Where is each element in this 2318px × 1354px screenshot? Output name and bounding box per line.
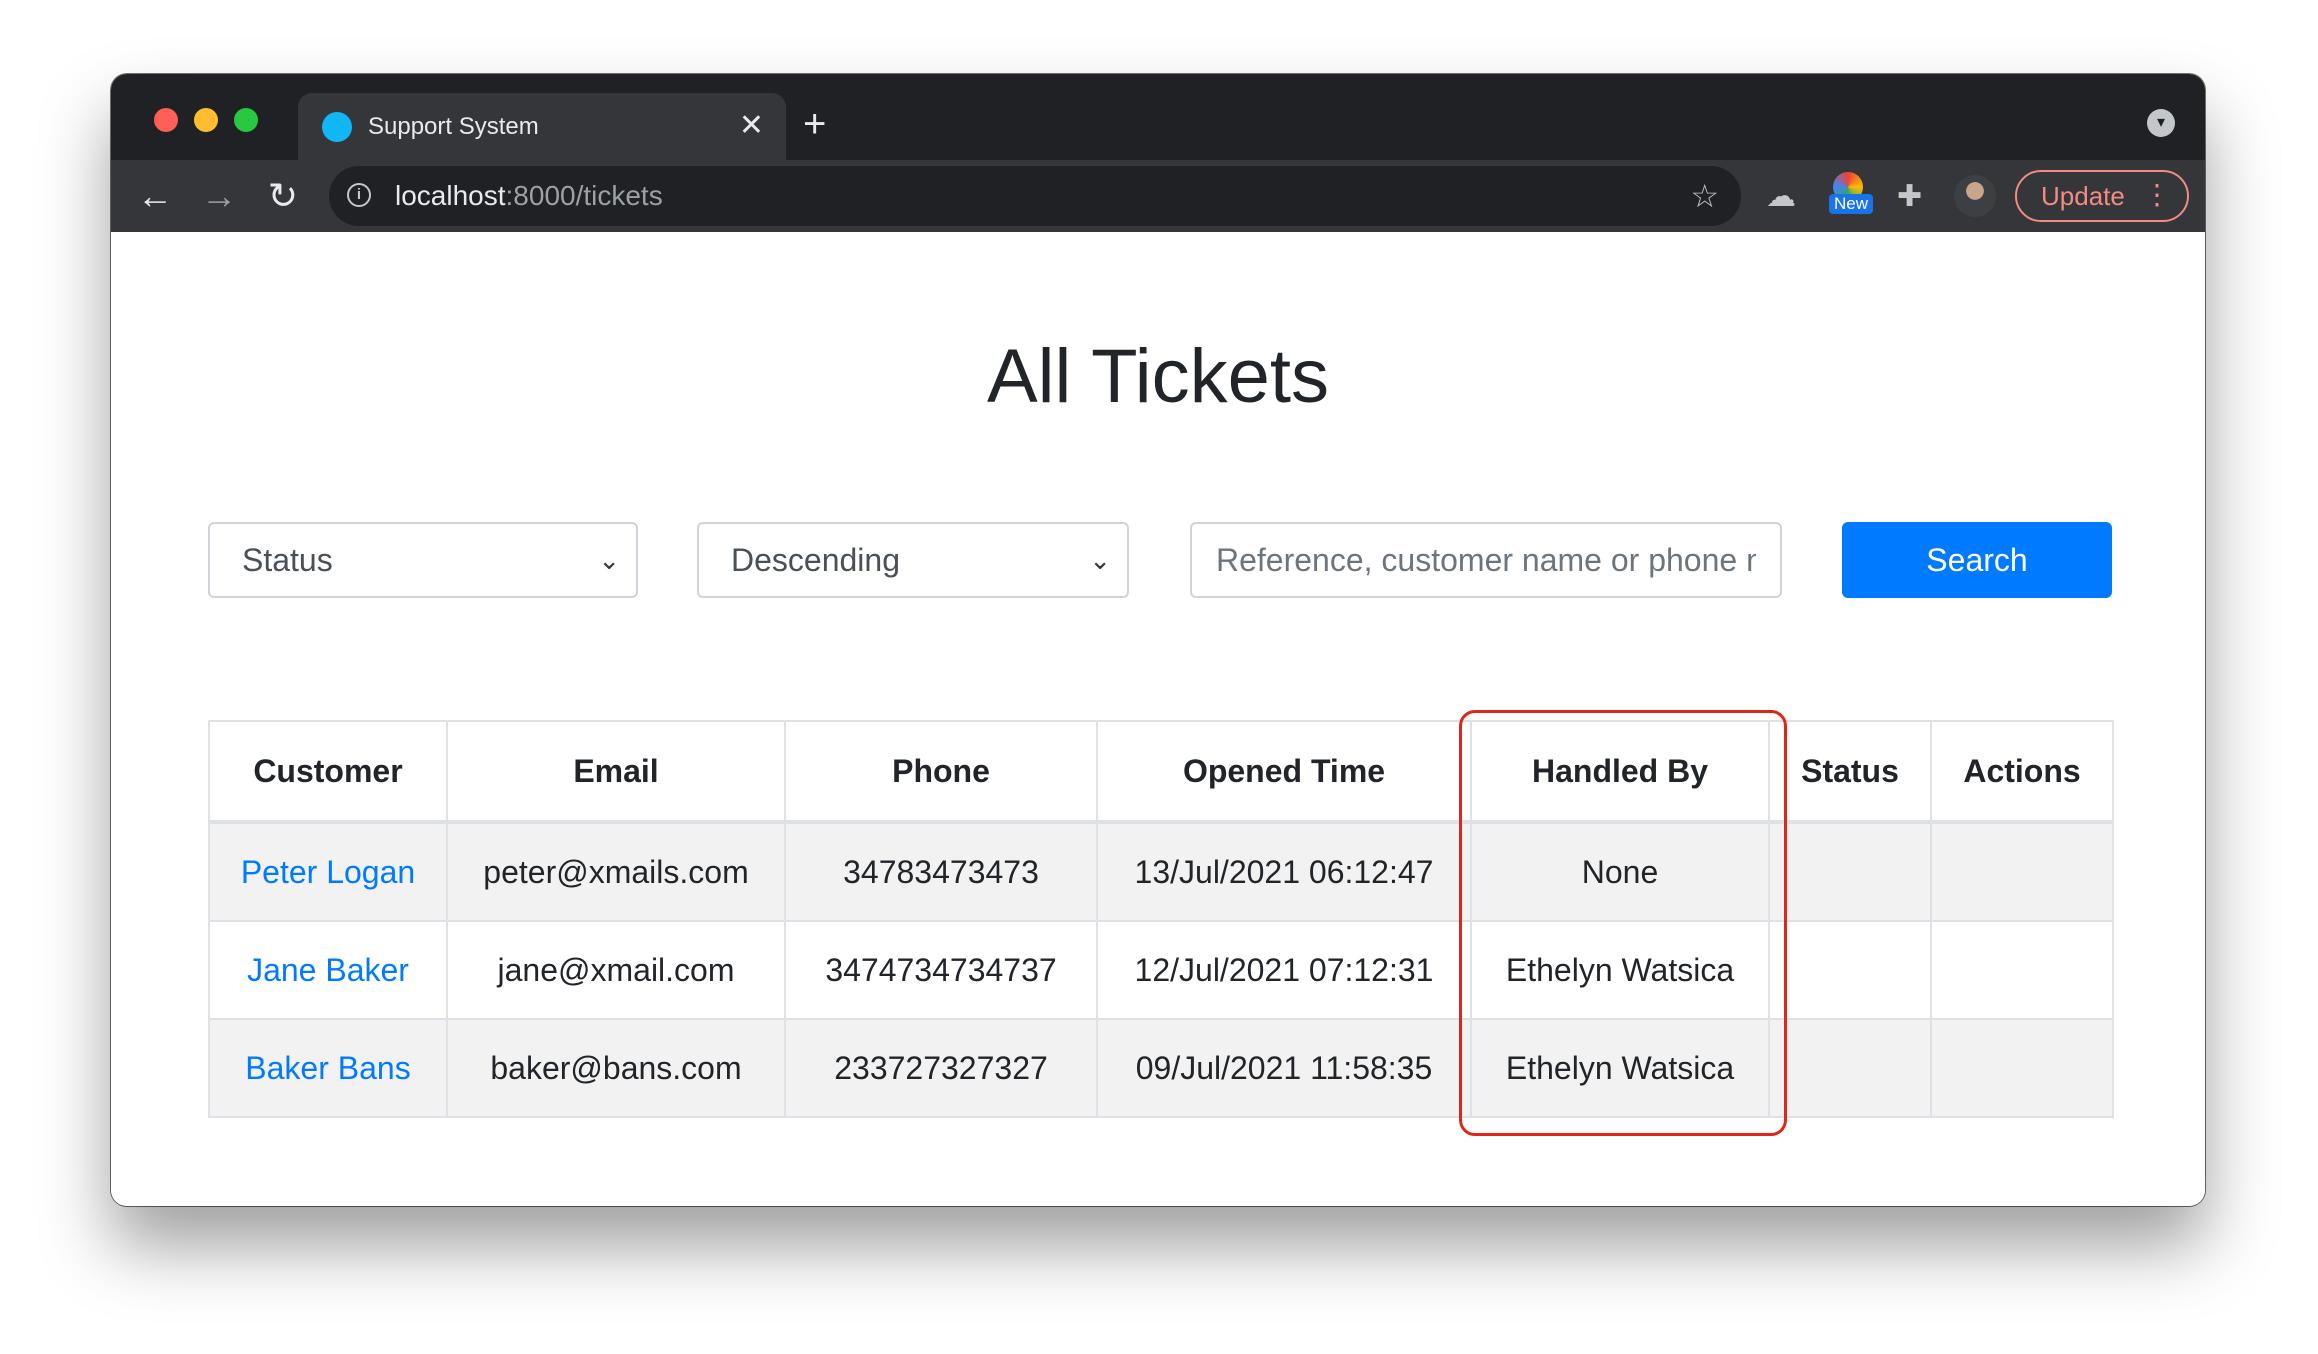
table-row: Jane Baker jane@xmail.com 3474734734737 … xyxy=(208,920,2114,1020)
page-title: All Tickets xyxy=(986,334,1330,419)
address-bar[interactable]: i localhost:8000/tickets ☆ xyxy=(329,166,1741,226)
new-tab-button[interactable]: + xyxy=(803,104,826,144)
tab-close-icon[interactable]: ✕ xyxy=(739,111,764,141)
status-select[interactable]: Status ⌄ xyxy=(208,522,638,598)
reload-icon[interactable]: ↻ xyxy=(261,174,305,218)
tab-support-system[interactable]: Support System ✕ xyxy=(298,93,786,160)
tab-search-chevron-icon[interactable]: ▾ xyxy=(2147,109,2175,137)
header-actions[interactable]: Actions xyxy=(1930,720,2114,824)
handled-by-cell: None xyxy=(1470,821,1770,922)
header-phone[interactable]: Phone xyxy=(784,720,1098,824)
maximize-window-button[interactable] xyxy=(234,108,258,132)
header-handled-by[interactable]: Handled By xyxy=(1470,720,1770,824)
phone-cell: 233727327327 xyxy=(784,1018,1098,1118)
url-path: :8000/tickets xyxy=(505,180,663,211)
minimize-window-button[interactable] xyxy=(194,108,218,132)
opened-time-cell: 09/Jul/2021 11:58:35 xyxy=(1096,1018,1472,1118)
header-email[interactable]: Email xyxy=(446,720,786,824)
customer-link[interactable]: Peter Logan xyxy=(241,854,415,890)
email-cell: baker@bans.com xyxy=(446,1018,786,1118)
close-window-button[interactable] xyxy=(154,108,178,132)
email-cell: peter@xmails.com xyxy=(446,821,786,922)
header-opened-time[interactable]: Opened Time xyxy=(1096,720,1472,824)
cloud-extension-icon[interactable]: ☁ xyxy=(1766,182,1796,212)
tab-title: Support System xyxy=(368,113,539,140)
browser-toolbar: ← → ↻ i localhost:8000/tickets ☆ ☁ New ✚… xyxy=(111,160,2205,232)
tickets-table: Customer Email Phone Opened Time Handled… xyxy=(208,720,2114,1118)
customer-link[interactable]: Jane Baker xyxy=(247,952,409,988)
handled-by-cell: Ethelyn Watsica xyxy=(1470,920,1770,1020)
opened-time-cell: 13/Jul/2021 06:12:47 xyxy=(1096,821,1472,922)
order-select[interactable]: Descending ⌄ xyxy=(697,522,1129,598)
opened-time-cell: 12/Jul/2021 07:12:31 xyxy=(1096,920,1472,1020)
new-badge: New xyxy=(1829,194,1873,214)
page-content: All Tickets Status ⌄ Descending ⌄ Search… xyxy=(111,232,2205,1206)
back-arrow-icon[interactable]: ← xyxy=(133,174,177,218)
status-cell xyxy=(1768,821,1932,922)
chevron-down-icon: ⌄ xyxy=(1089,545,1111,575)
status-select-value: Status xyxy=(242,542,333,578)
forward-arrow-icon[interactable]: → xyxy=(197,174,241,218)
search-button[interactable]: Search xyxy=(1842,522,2112,598)
customer-link[interactable]: Baker Bans xyxy=(245,1050,410,1086)
actions-cell xyxy=(1930,821,2114,922)
status-cell xyxy=(1768,920,1932,1020)
more-vert-icon[interactable]: ⋮ xyxy=(2143,172,2171,218)
customer-cell: Baker Bans xyxy=(208,1018,448,1118)
header-customer[interactable]: Customer xyxy=(208,720,448,824)
actions-cell xyxy=(1930,920,2114,1020)
phone-cell: 3474734734737 xyxy=(784,920,1098,1020)
header-status[interactable]: Status xyxy=(1768,720,1932,824)
puzzle-icon[interactable]: ✚ xyxy=(1897,182,1922,212)
order-select-value: Descending xyxy=(731,542,900,578)
customer-cell: Jane Baker xyxy=(208,920,448,1020)
table-header-row: Customer Email Phone Opened Time Handled… xyxy=(208,720,2114,824)
table-row: Peter Logan peter@xmails.com 34783473473… xyxy=(208,821,2114,922)
actions-cell xyxy=(1930,1018,2114,1118)
table-row: Baker Bans baker@bans.com 233727327327 0… xyxy=(208,1018,2114,1118)
phone-cell: 34783473473 xyxy=(784,821,1098,922)
search-input[interactable] xyxy=(1190,522,1782,598)
update-label: Update xyxy=(2041,181,2125,211)
star-icon[interactable]: ☆ xyxy=(1690,178,1719,214)
browser-window: Support System ✕ + ▾ ← → ↻ i localhost:8… xyxy=(111,74,2205,1206)
tab-bar: Support System ✕ + ▾ xyxy=(111,74,2205,160)
status-cell xyxy=(1768,1018,1932,1118)
rainbow-extension-icon[interactable]: New xyxy=(1829,172,1873,214)
customer-cell: Peter Logan xyxy=(208,821,448,922)
avatar[interactable] xyxy=(1954,175,1996,217)
update-button[interactable]: Update ⋮ xyxy=(2015,170,2189,222)
url-host: localhost xyxy=(395,180,506,211)
handled-by-cell: Ethelyn Watsica xyxy=(1470,1018,1770,1118)
info-icon[interactable]: i xyxy=(347,183,371,207)
email-cell: jane@xmail.com xyxy=(446,920,786,1020)
favicon-icon xyxy=(322,112,352,142)
url-text[interactable]: localhost:8000/tickets xyxy=(395,180,663,212)
chevron-down-icon: ⌄ xyxy=(598,545,620,575)
